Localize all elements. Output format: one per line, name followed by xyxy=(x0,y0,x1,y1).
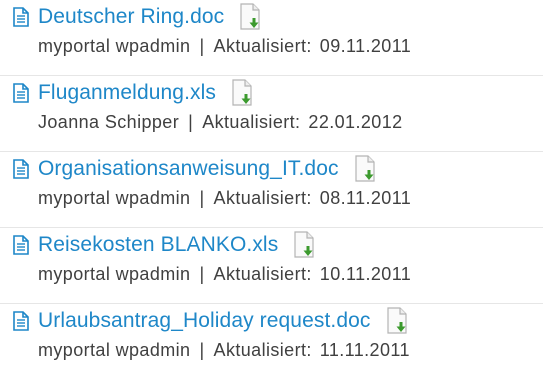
document-meta: myportal wpadmin | Aktualisiert: 10.11.2011 xyxy=(38,264,411,285)
document-author: myportal wpadmin xyxy=(38,340,191,360)
document-title-link[interactable]: Reisekosten BLANKO.xls xyxy=(38,233,278,257)
document-meta: myportal wpadmin | Aktualisiert: 11.11.2011 xyxy=(38,340,410,361)
download-icon[interactable] xyxy=(353,154,379,184)
document-item: Urlaubsantrag_Holiday request.doc myport… xyxy=(0,304,543,380)
document-list: Deutscher Ring.doc myportal wpadmin | Aktu… xyxy=(0,0,543,382)
download-icon[interactable] xyxy=(385,306,411,336)
document-title-row: Deutscher Ring.doc xyxy=(10,2,264,32)
updated-date: 09.11.2011 xyxy=(319,36,412,56)
document-icon xyxy=(10,310,32,332)
download-icon[interactable] xyxy=(230,78,256,108)
updated-date: 22.01.2012 xyxy=(308,112,403,132)
meta-separator: | xyxy=(199,188,205,208)
document-meta: Joanna Schipper | Aktualisiert: 22.01.2012 xyxy=(38,112,403,133)
document-title-link[interactable]: Organisationsanweisung_IT.doc xyxy=(38,157,339,181)
document-title-link[interactable]: Urlaubsantrag_Holiday request.doc xyxy=(38,309,371,333)
document-author: myportal wpadmin xyxy=(38,36,191,56)
updated-label: Aktualisiert: xyxy=(213,36,312,56)
document-item: Fluganmeldung.xls Joanna Schipper | Aktual… xyxy=(0,76,543,152)
document-author: myportal wpadmin xyxy=(38,188,191,208)
meta-separator: | xyxy=(199,264,205,284)
document-title-row: Fluganmeldung.xls xyxy=(10,78,256,108)
meta-separator: | xyxy=(199,340,205,360)
meta-separator: | xyxy=(199,36,205,56)
document-title-row: Urlaubsantrag_Holiday request.doc xyxy=(10,306,411,336)
document-icon xyxy=(10,82,32,104)
document-title-link[interactable]: Deutscher Ring.doc xyxy=(38,5,224,29)
updated-date: 11.11.2011 xyxy=(319,340,410,360)
meta-separator: | xyxy=(188,112,194,132)
document-author: myportal wpadmin xyxy=(38,264,191,284)
document-title-row: Organisationsanweisung_IT.doc xyxy=(10,154,379,184)
document-meta: myportal wpadmin | Aktualisiert: 09.11.2011 xyxy=(38,36,411,57)
updated-label: Aktualisiert: xyxy=(213,264,312,284)
document-author: Joanna Schipper xyxy=(38,112,180,132)
document-title-link[interactable]: Fluganmeldung.xls xyxy=(38,81,216,105)
document-item: Reisekosten BLANKO.xls myportal wpadmin |… xyxy=(0,228,543,304)
document-title-row: Reisekosten BLANKO.xls xyxy=(10,230,318,260)
download-icon[interactable] xyxy=(238,2,264,32)
document-icon xyxy=(10,234,32,256)
updated-date: 10.11.2011 xyxy=(319,264,412,284)
download-icon[interactable] xyxy=(292,230,318,260)
document-icon xyxy=(10,158,32,180)
updated-label: Aktualisiert: xyxy=(202,112,301,132)
document-item: Organisationsanweisung_IT.doc myportal w… xyxy=(0,152,543,228)
updated-date: 08.11.2011 xyxy=(319,188,412,208)
updated-label: Aktualisiert: xyxy=(213,340,312,360)
document-icon xyxy=(10,6,32,28)
updated-label: Aktualisiert: xyxy=(213,188,312,208)
document-meta: myportal wpadmin | Aktualisiert: 08.11.2011 xyxy=(38,188,411,209)
document-item: Deutscher Ring.doc myportal wpadmin | Aktu… xyxy=(0,0,543,76)
